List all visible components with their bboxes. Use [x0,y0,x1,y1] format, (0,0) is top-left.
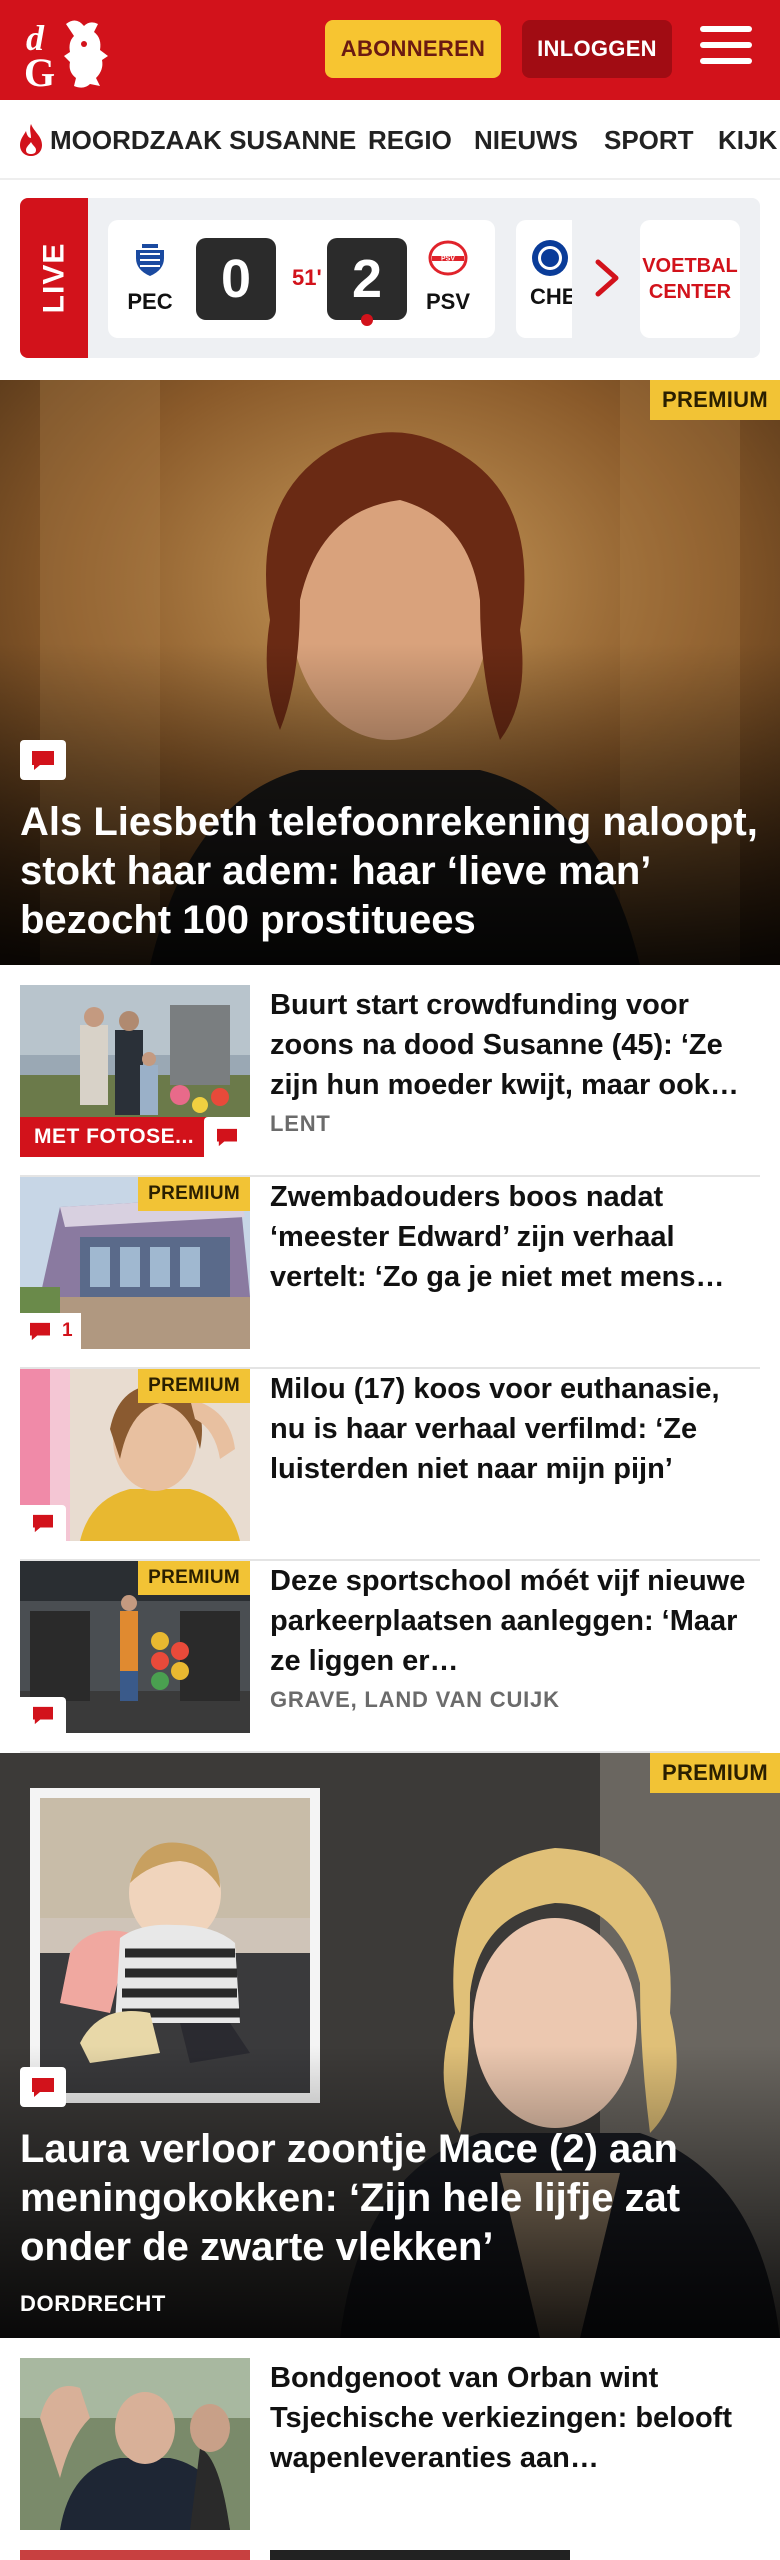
premium-badge: PREMIUM [650,1753,780,1793]
nav-item-moordzaak-susanne[interactable]: MOORDZAAK SUSANNE [16,120,356,160]
article-title[interactable]: Buurt start crowdfunding voor zoons na d… [270,985,760,1105]
comment-count-value: 1 [62,1320,73,1341]
match-minute: 51' [292,265,322,290]
live-label: LIVE [37,242,70,314]
article-location: LENT [270,1111,331,1136]
comment-icon [204,1117,250,1157]
article-item[interactable]: Bondgenoot van Orban wint Tsjechische ve… [20,2358,760,2550]
match-card[interactable]: PEC 0 51' 2 PSV PSV [108,220,495,338]
article-thumbnail: MET FOTOSE... [20,985,250,1157]
comment-count: 1 [20,1313,81,1349]
next-match-card[interactable]: CHE [516,220,572,338]
live-scores-strip: LIVE PEC 0 51' 2 PSV PSV CHE VOETBAL CEN… [20,198,760,358]
thumb-politician-photo [20,2358,250,2530]
chelsea-crest-icon [532,240,568,276]
hero-title[interactable]: Als Liesbeth telefoonrekening naloopt, s… [20,798,760,945]
subscribe-button[interactable]: ABONNEREN [325,20,501,78]
premium-badge: PREMIUM [138,1177,250,1211]
flame-icon [20,124,42,156]
nav-item-kijk[interactable]: KIJK [718,120,777,160]
photo-series-badge: MET FOTOSE... [20,1117,209,1157]
article-item[interactable]: PREMIUM 1 Zwembadouders boos nadat ‘mees… [20,1177,760,1369]
hero-article[interactable]: PREMIUM Laura verloor zoontje Mace (2) a… [0,1753,780,2338]
live-tab[interactable]: LIVE [20,198,88,358]
section-nav: MOORDZAAK SUSANNE REGIO NIEUWS SPORT KIJ… [0,100,780,180]
nav-label: REGIO [368,124,452,155]
article-title[interactable]: Bondgenoot van Orban wint Tsjechische ve… [270,2358,760,2478]
home-score: 0 [196,238,276,320]
article-item[interactable]: PREMIUM Deze sportschool móét vijf nieuw… [20,1561,760,1753]
article-thumbnail: PREMIUM [20,1369,250,1541]
article-thumbnail [20,2358,250,2530]
hero-article[interactable]: PREMIUM Als Liesbeth telefoonrekening na… [0,380,780,965]
nav-label: NIEUWS [474,124,578,155]
away-score: 2 [327,238,407,320]
nav-item-sport[interactable]: SPORT [604,120,694,160]
login-button[interactable]: INLOGGEN [522,20,672,78]
article-item[interactable]: PREMIUM Milou (17) koos voor euthanasie,… [20,1369,760,1561]
nav-item-regio[interactable]: REGIO [368,120,452,160]
comment-icon [20,1697,66,1733]
football-center-link[interactable]: VOETBAL CENTER [640,220,740,338]
pec-zwolle-crest-icon [136,242,164,276]
menu-icon[interactable] [700,26,752,70]
article-location: GRAVE, LAND VAN CUIJK [270,1687,560,1712]
svg-text:PSV: PSV [441,256,455,263]
article-title[interactable]: Deze sportschool móét vijf nieuwe parkee… [270,1561,760,1681]
premium-badge: PREMIUM [650,380,780,420]
next-article-title-peek [270,2550,570,2560]
nav-label: MOORDZAAK SUSANNE [50,124,357,155]
psv-crest-icon: PSV [428,240,468,276]
home-team-name: PEC [127,289,173,314]
nav-label: KIJK [718,124,778,155]
article-title[interactable]: Milou (17) koos voor euthanasie, nu is h… [270,1369,760,1489]
comment-icon [20,740,66,780]
hero-location: DORDRECHT [20,2291,166,2316]
article-title[interactable]: Zwembadouders boos nadat ‘meester Edward… [270,1177,760,1297]
top-header: d G ABONNEREN INLOGGEN [0,0,780,100]
comment-icon [30,1322,50,1341]
next-article-thumbnail-peek [20,2550,250,2560]
article-item[interactable]: MET FOTOSE... Buurt start crowdfunding v… [20,985,760,1177]
next-match-team: CHE [530,284,572,309]
away-team-name: PSV [425,289,471,314]
nav-item-nieuws[interactable]: NIEUWS [474,120,578,160]
dg-logo[interactable]: d G [22,12,122,90]
away-team: PSV PSV [418,238,478,315]
chevron-right-icon[interactable] [588,256,628,300]
home-team: PEC [120,238,180,315]
hero-title[interactable]: Laura verloor zoontje Mace (2) aan menin… [20,2125,760,2272]
article-thumbnail: PREMIUM 1 [20,1177,250,1349]
comment-icon [20,1505,66,1541]
premium-badge: PREMIUM [138,1561,250,1595]
comment-icon [20,2067,66,2107]
article-thumbnail: PREMIUM [20,1561,250,1733]
svg-text:G: G [24,50,55,90]
premium-badge: PREMIUM [138,1369,250,1403]
goal-indicator [361,314,373,326]
nav-label: SPORT [604,124,694,155]
